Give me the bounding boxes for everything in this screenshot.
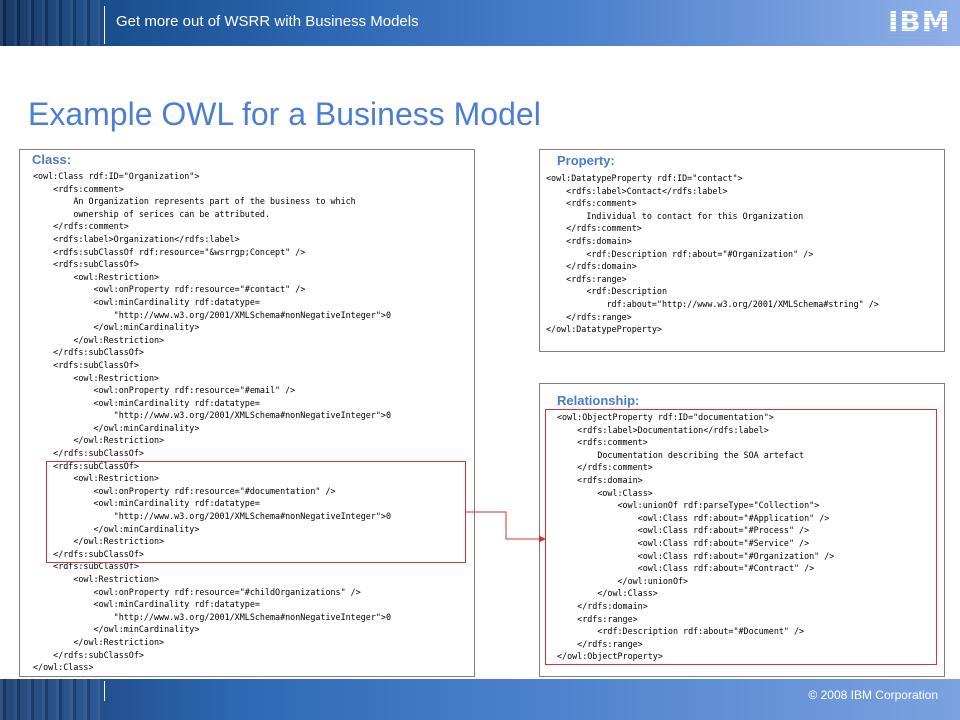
header-photo-strip <box>0 0 100 46</box>
footer-divider <box>104 681 105 701</box>
header-divider <box>104 6 105 44</box>
ibm-logo: IBM <box>888 6 952 38</box>
copyright-notice: © 2008 IBM Corporation <box>808 688 938 702</box>
relationship-panel-label: Relationship: <box>557 393 640 408</box>
page-title: Example OWL for a Business Model <box>28 96 541 132</box>
class-owl-code: <owl:Class rdf:ID="Organization"> <rdfs:… <box>33 171 391 673</box>
property-owl-code: <owl:DatatypeProperty rdf:ID="contact"> … <box>546 173 879 335</box>
relationship-owl-code: <owl:ObjectProperty rdf:ID="documentatio… <box>557 412 835 662</box>
ibm-logo-text: IBM <box>888 5 951 38</box>
header-bar: Get more out of WSRR with Business Model… <box>0 0 960 46</box>
presentation-title: Get more out of WSRR with Business Model… <box>116 13 419 30</box>
documentation-restriction-highlight <box>46 461 466 563</box>
footer-photo-strip <box>0 679 100 720</box>
footer-bar: © 2008 IBM Corporation <box>0 679 960 720</box>
class-panel-label: Class: <box>32 152 72 167</box>
property-panel-label: Property: <box>557 153 615 168</box>
